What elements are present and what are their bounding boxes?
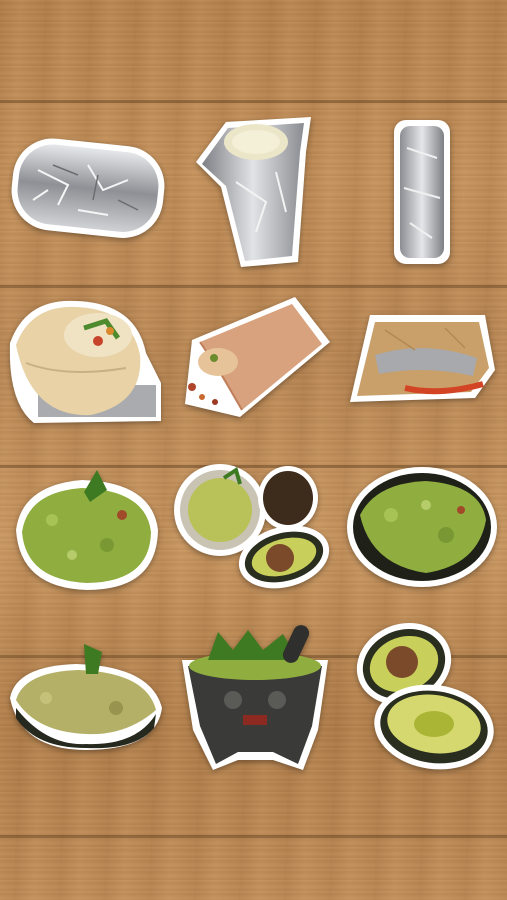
spilling-burrito-icon [185, 297, 330, 417]
tortilla-burrito-sticker[interactable] [6, 293, 164, 428]
plank-seam-5 [0, 835, 507, 838]
guacamole-dark-bowl-sticker[interactable] [346, 465, 498, 590]
paper-burrito-icon [350, 315, 495, 402]
molcajete-guacamole-sticker[interactable] [178, 620, 333, 772]
flour-burrito-spilling-sticker[interactable] [180, 292, 332, 422]
foil-burrito-horizontal-sticker[interactable] [8, 130, 165, 245]
guacamole-mound-sticker[interactable] [12, 460, 162, 595]
plank-seam-1 [0, 100, 507, 103]
guacamole-bowl-avocados-sticker[interactable] [172, 462, 334, 590]
guacamole-avocado-shell-sticker[interactable] [6, 638, 166, 754]
molcajete-icon [182, 625, 328, 770]
avocado-halves-icon [356, 622, 494, 770]
plank-seam-2 [0, 285, 507, 288]
guac-dark-bowl-icon [347, 467, 497, 587]
halved-avocados-sticker[interactable] [352, 622, 494, 772]
foil-burrito-icon [11, 138, 165, 238]
guacamole-mound-icon [16, 470, 158, 590]
foil-burrito-open-sticker[interactable] [186, 112, 321, 272]
guac-bowl-avocado-icon [174, 464, 330, 589]
guac-avocado-shell-icon [10, 644, 162, 750]
foil-burrito-vertical-sticker[interactable] [392, 118, 452, 266]
open-foil-burrito-icon [196, 117, 311, 267]
vertical-foil-burrito-icon [394, 120, 450, 264]
paper-wrapped-burrito-sticker[interactable] [345, 310, 500, 410]
tortilla-burrito-icon [9, 300, 161, 423]
